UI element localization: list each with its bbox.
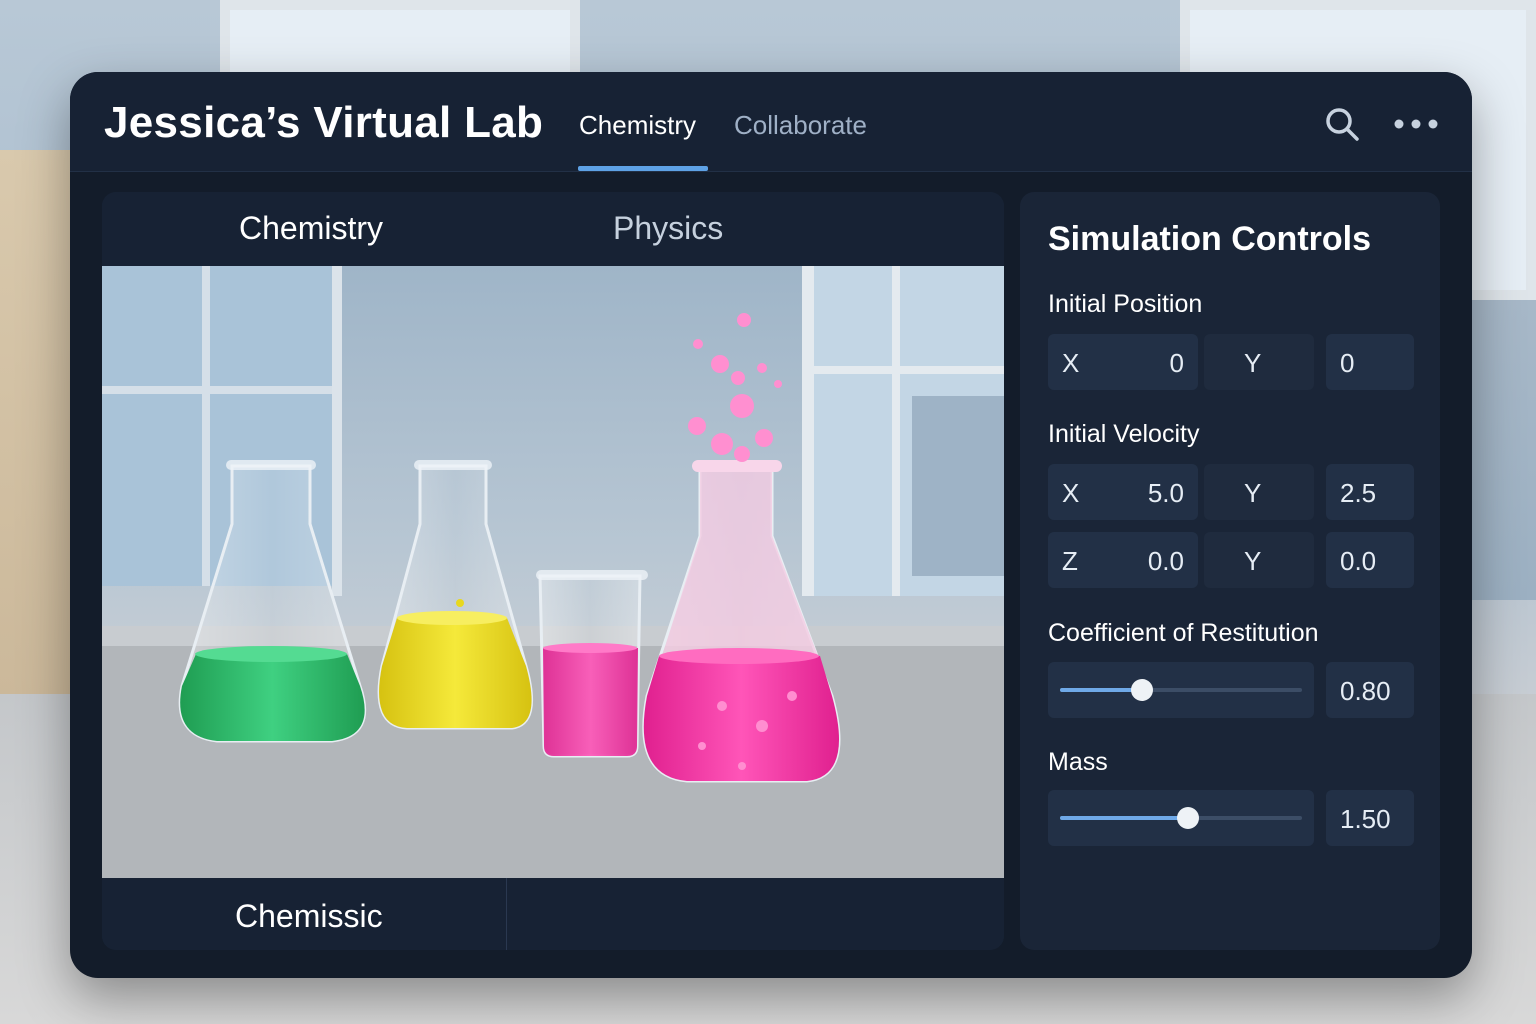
lab-scene-illustration [102, 266, 1004, 878]
lab-tab-physics[interactable]: Physics [613, 210, 723, 247]
lab-tabs: Chemistry Physics [102, 192, 1004, 266]
velocity-x-field[interactable]: X 5.0 [1048, 464, 1198, 520]
top-bar: Jessica’s Virtual Lab Chemistry Collabor… [70, 72, 1472, 172]
background-building [1466, 300, 1536, 600]
field-value: 2.5 [1340, 478, 1377, 508]
search-icon[interactable] [1324, 106, 1360, 142]
active-tab-indicator [578, 166, 708, 171]
slider-thumb[interactable] [1131, 679, 1154, 701]
position-x-field[interactable]: X 0 [1048, 334, 1198, 390]
slider-fill [1060, 816, 1189, 820]
app-title: Jessica’s Virtual Lab [104, 98, 544, 147]
mass-slider[interactable] [1048, 790, 1314, 846]
position-y-label-field: Y [1204, 334, 1314, 390]
axis-label: Y [1244, 546, 1262, 576]
position-y-field[interactable]: 0 [1326, 334, 1414, 390]
initial-position-label: Initial Position [1048, 290, 1203, 318]
background-cabinet [0, 150, 80, 700]
axis-label: Y [1244, 348, 1262, 378]
axis-label: X [1062, 348, 1080, 378]
footer-label: Chemissic [235, 898, 383, 934]
slider-thumb[interactable] [1177, 807, 1200, 829]
lab-footer: Chemissic [102, 878, 1004, 950]
field-value: 0.0 [1340, 546, 1377, 576]
axis-label: X [1062, 478, 1080, 508]
axis-label: Z [1062, 546, 1078, 576]
slider-fill [1060, 688, 1143, 692]
slider-track [1060, 807, 1302, 829]
restitution-value-field[interactable]: 0.80 [1326, 662, 1414, 718]
lab-panel: Chemistry Physics Chemissic [102, 192, 1004, 950]
simulation-controls-panel: Simulation Controls Initial Position X 0… [1020, 192, 1440, 950]
mass-value-field[interactable]: 1.50 [1326, 790, 1414, 846]
field-value: 0 [1169, 348, 1184, 378]
nav-tab-chemistry[interactable]: Chemistry [579, 110, 696, 141]
velocity-y-field[interactable]: 2.5 [1326, 464, 1414, 520]
nav-tab-collaborate[interactable]: Collaborate [734, 110, 867, 141]
restitution-slider[interactable] [1048, 662, 1314, 718]
velocity-y2-field[interactable]: 0.0 [1326, 532, 1414, 588]
velocity-y-label-field: Y [1204, 464, 1314, 520]
field-value: 5.0 [1147, 478, 1184, 508]
panel-title: Simulation Controls [1048, 220, 1371, 258]
more-horizontal-icon[interactable] [1392, 112, 1442, 136]
mass-label: Mass [1048, 748, 1108, 776]
footer-cell[interactable]: Chemissic [102, 878, 507, 950]
velocity-y2-label-field: Y [1204, 532, 1314, 588]
initial-velocity-label: Initial Velocity [1048, 420, 1200, 448]
velocity-z-field[interactable]: Z 0.0 [1048, 532, 1198, 588]
restitution-label: Coefficient of Restitution [1048, 619, 1319, 647]
slider-track [1060, 679, 1302, 701]
app-window: Jessica’s Virtual Lab Chemistry Collabor… [70, 72, 1472, 978]
field-value: 0.80 [1340, 676, 1391, 706]
field-value: 0.0 [1147, 546, 1184, 576]
field-value: 1.50 [1340, 804, 1391, 834]
field-value: 0 [1340, 348, 1355, 378]
lab-tab-chemistry[interactable]: Chemistry [239, 210, 383, 247]
lab-scene[interactable] [102, 266, 1004, 878]
axis-label: Y [1244, 478, 1262, 508]
